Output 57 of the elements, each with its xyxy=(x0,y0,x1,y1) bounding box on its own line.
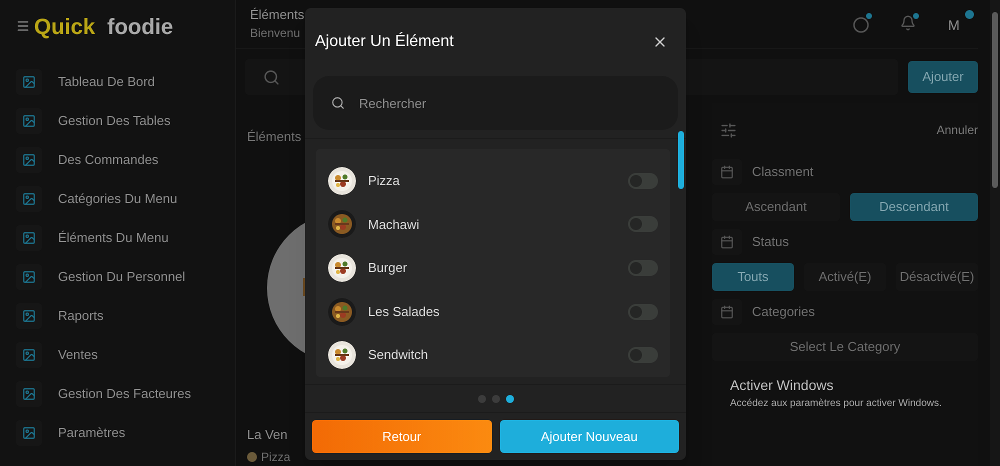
list-item[interactable]: Machawi xyxy=(316,202,670,246)
page-subtitle: Bienvenu xyxy=(250,25,302,42)
activation-text: Accédez aux paramètres pour activer Windows. xyxy=(730,397,943,411)
sidebar-item[interactable]: Ventes xyxy=(16,341,235,369)
scrollbar[interactable] xyxy=(990,0,1000,466)
filter-label: Status xyxy=(752,233,789,252)
image-icon xyxy=(16,342,42,368)
filter-label: Categories xyxy=(752,303,815,322)
image-icon xyxy=(16,69,42,95)
toggle-switch[interactable] xyxy=(628,172,658,189)
notification-bell-icon[interactable] xyxy=(900,15,918,33)
list-item[interactable]: Sendwitch xyxy=(316,333,670,377)
filter-option[interactable]: Touts xyxy=(712,263,794,291)
menu-icon[interactable] xyxy=(16,19,30,33)
add-button[interactable]: Ajouter xyxy=(908,61,978,93)
image-icon xyxy=(16,303,42,329)
image-icon xyxy=(16,420,42,446)
filter-option[interactable]: Descendant xyxy=(850,193,978,221)
sidebar-item[interactable]: Gestion Du Personnel xyxy=(16,263,235,291)
image-icon xyxy=(16,381,42,407)
search-field[interactable]: Rechercher xyxy=(313,76,678,130)
brand-logo-text: foodie xyxy=(107,12,174,40)
toggle-switch[interactable] xyxy=(628,216,658,232)
image-icon xyxy=(16,108,42,134)
image-icon xyxy=(16,147,42,173)
sidebar-item[interactable]: Catégories Du Menu xyxy=(16,185,235,213)
brand-logo-text: Quick xyxy=(34,12,96,40)
scrollbar-thumb[interactable] xyxy=(678,131,684,189)
search-icon xyxy=(263,68,280,86)
image-icon xyxy=(16,225,42,251)
toggle-switch[interactable] xyxy=(628,347,658,364)
filter-icon[interactable] xyxy=(720,122,737,138)
image-icon xyxy=(16,264,42,290)
sidebar-item[interactable]: Paramètres xyxy=(16,419,235,447)
list-item[interactable]: Burger xyxy=(316,246,670,290)
filter-label: Classment xyxy=(752,163,814,182)
sidebar-item[interactable]: Gestion Des Tables xyxy=(16,107,235,135)
chat-icon[interactable] xyxy=(852,15,870,33)
sidebar-item[interactable]: Raports xyxy=(16,302,235,330)
category-icon xyxy=(247,452,257,462)
item-category: Pizza xyxy=(261,449,290,466)
list-item[interactable]: Les Salades xyxy=(316,290,670,334)
list-item[interactable]: Pizza xyxy=(316,159,670,203)
item-title: La Ven xyxy=(247,426,288,444)
toggle-switch[interactable] xyxy=(628,260,658,276)
sidebar-item[interactable]: Gestion Des Facteures xyxy=(16,380,235,408)
modal-title: Ajouter Un Élément xyxy=(315,31,454,52)
sidebar-item[interactable]: Éléments Du Menu xyxy=(16,224,235,252)
sidebar-item[interactable]: Des Commandes xyxy=(16,146,235,174)
cancel-link[interactable]: Annuler xyxy=(936,121,978,139)
search-icon xyxy=(331,96,345,110)
activation-title: Activer Windows xyxy=(730,376,834,395)
page-title: Éléments xyxy=(250,6,304,24)
toggle-switch[interactable] xyxy=(628,304,658,320)
sidebar-item[interactable]: Tableau De Bord xyxy=(16,68,235,96)
section-label: Éléments xyxy=(247,128,302,146)
image-icon xyxy=(16,186,42,212)
